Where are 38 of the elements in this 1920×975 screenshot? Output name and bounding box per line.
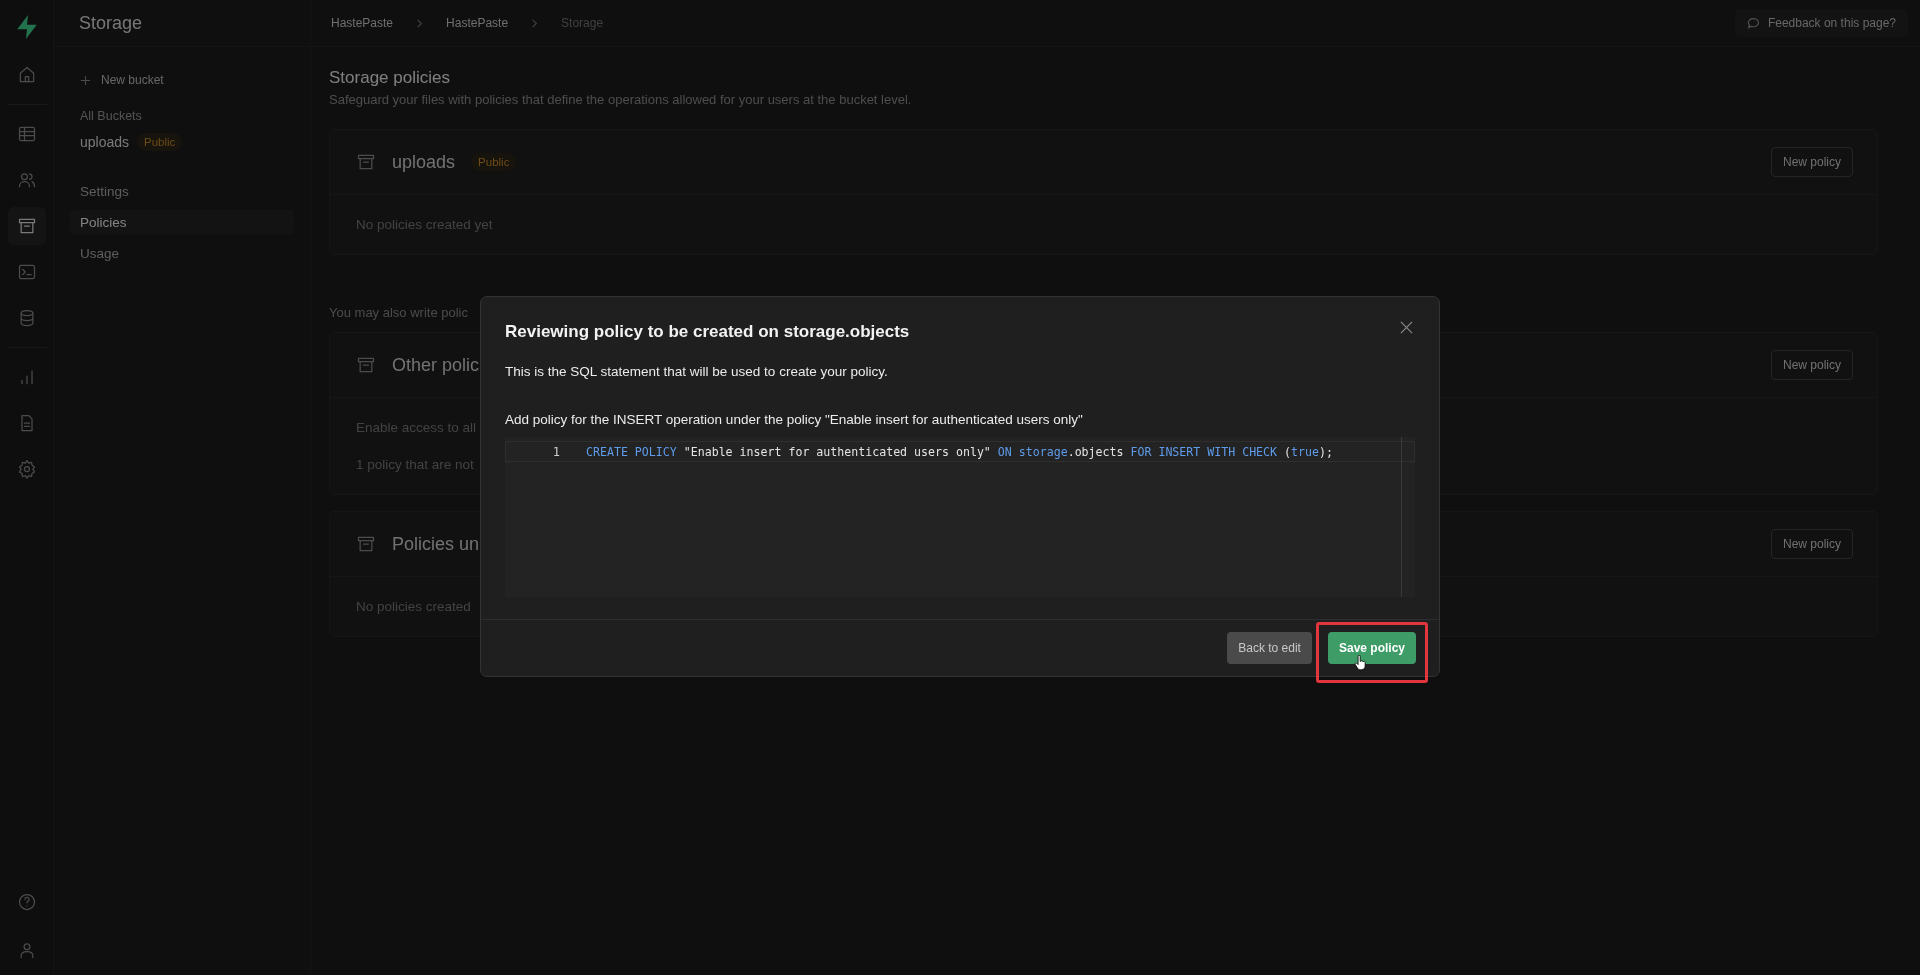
new-policy-button[interactable]: New policy [1770,529,1853,559]
dialog-title: Reviewing policy to be created on storage.objects [505,322,910,342]
breadcrumb-link[interactable]: HastePaste [446,16,509,30]
sidebar-item[interactable]: Policies [70,210,294,235]
card-title: uploads [392,151,456,173]
public-badge: Public [471,153,517,171]
archive-box-icon[interactable] [7,207,46,245]
back-button[interactable]: Back to edit [1227,632,1312,664]
chevron-right-icon [415,18,425,28]
page-subtitle: Safeguard your files with policies that define the operations allowed for your users at the bucket level. [329,92,913,107]
code-editor[interactable]: 1 CREATE POLICY "Enable insert for authenticated users only" ON storage.objects FOR INSERT WITH CHECK (true); [505,437,1415,597]
archive-box-icon [356,152,376,172]
section-heading: All Buckets [80,109,143,123]
note-text: You may also write polic [329,305,469,320]
feedback-button[interactable]: Feedback on this page? [1734,9,1908,37]
new-bucket-button[interactable]: New bucket [70,73,164,87]
dialog-description: This is the SQL statement that will be used to create your policy. [505,364,889,379]
public-badge: Public [137,133,183,151]
card-title: Policies un [392,533,480,555]
line-number: 1 [551,444,560,459]
chat-bubble-icon [1746,16,1760,30]
chevron-right-icon [530,18,540,28]
new-policy-button[interactable]: New policy [1770,147,1853,177]
save-button[interactable]: Save policy [1327,632,1416,664]
card-title: Other polic [392,354,480,376]
sidebar-item[interactable]: Settings [70,179,139,204]
page-title: Storage policies [329,68,451,88]
sidebar-item[interactable]: Usage [70,241,130,266]
sidebar-title: Storage [79,12,143,34]
hand-cursor-icon [1353,655,1367,671]
bucket-link[interactable]: uploads [80,134,130,150]
code-line: CREATE POLICY "Enable insert for authenticated users only" ON storage.objects FOR INSERT WITH CHECK (true); [586,444,1333,459]
archive-box-icon [356,355,376,375]
policy-summary: Add policy for the INSERT operation under the policy "Enable insert for authenticated users only" [505,412,1084,427]
breadcrumb-link[interactable]: HastePaste [331,16,394,30]
new-policy-button[interactable]: New policy [1770,350,1853,380]
plus-icon [80,74,91,86]
archive-box-icon [356,534,376,554]
